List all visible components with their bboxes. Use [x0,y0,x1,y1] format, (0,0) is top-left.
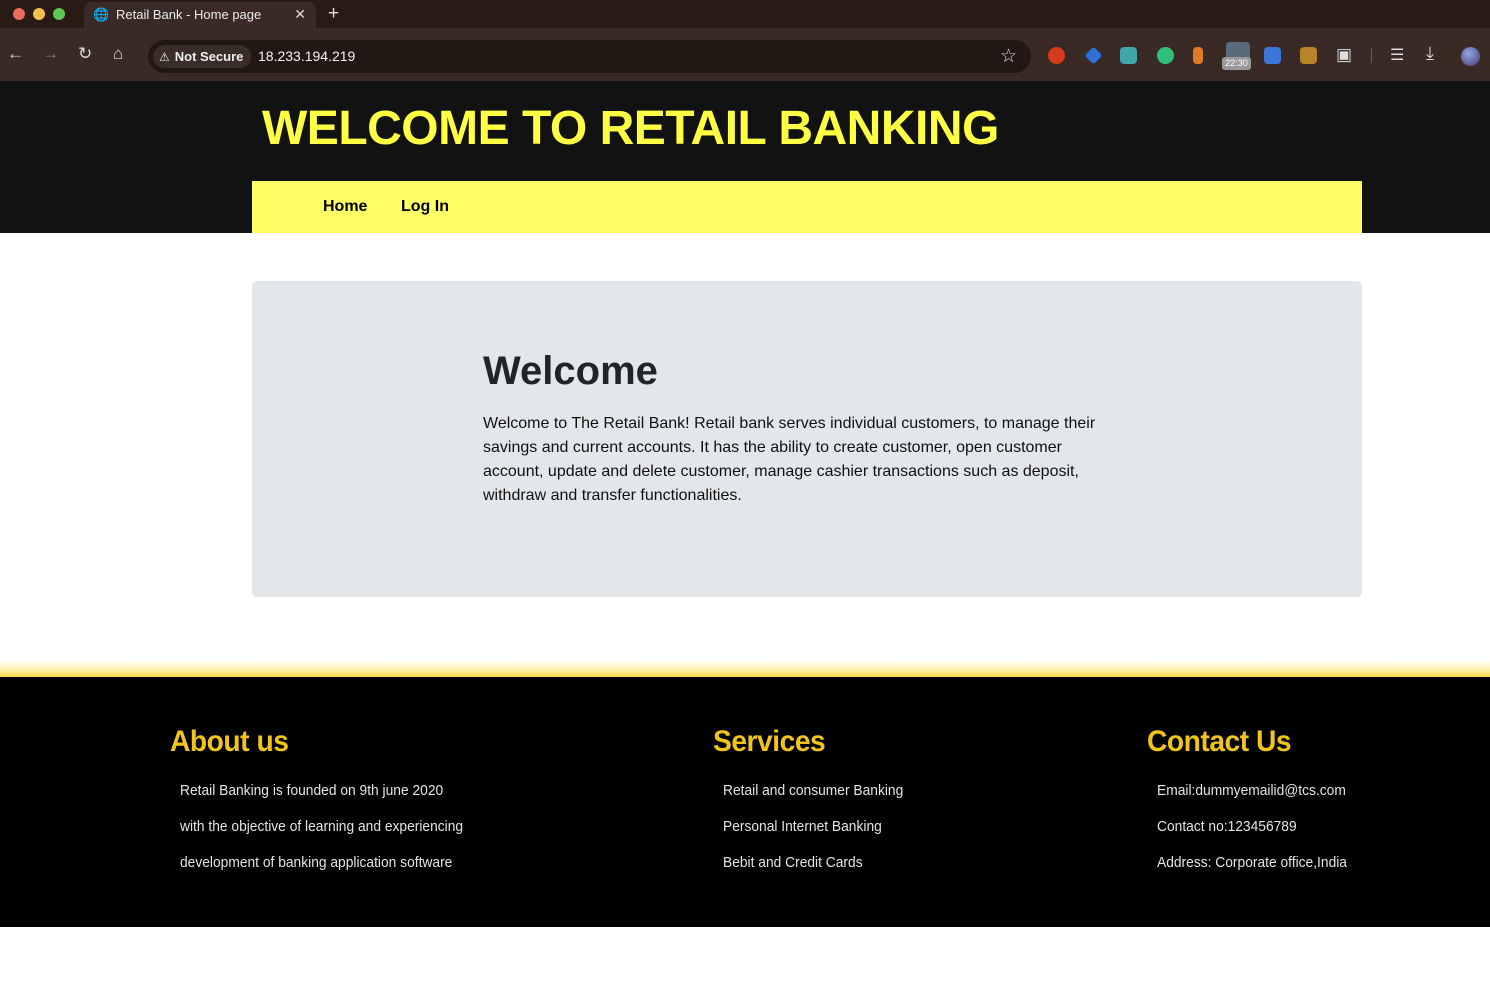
download-icon[interactable]: ⤓ [1426,43,1434,64]
reload-icon[interactable]: ↻ [78,45,92,63]
site-title: WELCOME TO RETAIL BANKING [262,102,999,155]
nav-link-login[interactable]: Log In [401,198,449,216]
list-item: Retail Banking is founded on 9th june 20… [180,782,444,799]
list-item: Personal Internet Banking [723,818,882,835]
list-item: development of banking application softw… [180,854,453,871]
extension-translate-icon[interactable] [1264,47,1281,64]
new-tab-icon[interactable]: + [328,3,339,25]
extension-flag-icon[interactable] [1193,47,1203,64]
footer-services-list: Retail and consumer Banking Personal Int… [713,773,919,881]
extension-hand-icon[interactable] [1048,47,1065,64]
browser-tab-bar: 🌐 Retail Bank - Home page ✕ + [0,0,1490,28]
welcome-heading: Welcome [483,349,658,393]
security-indicator[interactable]: ⚠ Not Secure [153,45,252,68]
list-item: with the objective of learning and exper… [180,818,464,835]
footer-top-border [0,660,1490,677]
minimize-window-button[interactable] [33,8,45,20]
footer-contact-list: Email:dummyemailid@tcs.com Contact no:12… [1147,773,1364,881]
profile-avatar[interactable] [1461,47,1480,66]
forward-arrow-icon[interactable]: → [42,45,59,63]
globe-icon: 🌐 [93,7,110,22]
security-label: Not Secure [174,49,244,64]
media-control-icon[interactable]: ☰ [1390,45,1404,65]
back-arrow-icon[interactable]: ← [7,45,24,63]
welcome-paragraph: Welcome to The Retail Bank! Retail bank … [483,415,1096,504]
extension-diamond-icon[interactable] [1084,46,1103,65]
browser-toolbar: ← → ↻ ⌂ ⚠ Not Secure 18.233.194.219 ☆ 22… [0,28,1490,81]
list-item: Address: Corporate office,India [1157,854,1347,871]
browser-tab[interactable]: 🌐 Retail Bank - Home page ✕ [84,2,316,28]
list-item: Contact no:123456789 [1157,818,1297,835]
nav-link-home[interactable]: Home [323,198,367,216]
site-footer: About us Retail Banking is founded on 9t… [0,677,1490,927]
close-window-button[interactable] [13,8,25,20]
extensions-puzzle-icon[interactable]: ▣ [1336,45,1352,65]
footer-about-list: Retail Banking is founded on 9th june 20… [170,773,488,881]
extension-notes-icon[interactable] [1300,47,1317,64]
footer-services-heading: Services [713,725,826,758]
close-tab-icon[interactable]: ✕ [294,6,306,23]
footer-contact-section: Contact Us Email:dummyemailid@tcs.com Co… [1147,725,1364,881]
toolbar-divider [1371,48,1372,63]
address-bar[interactable]: ⚠ Not Secure 18.233.194.219 ☆ [148,40,1031,73]
extension-grammarly-icon[interactable] [1157,47,1174,64]
list-item: Retail and consumer Banking [723,782,904,799]
extension-arch-icon[interactable] [1120,47,1137,64]
footer-about-heading: About us [170,725,289,758]
welcome-panel: Welcome Welcome to The Retail Bank! Reta… [252,281,1362,597]
bookmark-star-icon[interactable]: ☆ [1000,45,1017,68]
footer-contact-heading: Contact Us [1147,725,1292,758]
site-navbar: Home Log In [252,181,1362,233]
extension-badge: 22:30 [1222,57,1251,70]
list-item: Email:dummyemailid@tcs.com [1157,782,1346,799]
maximize-window-button[interactable] [53,8,65,20]
tab-title: Retail Bank - Home page [116,7,262,22]
footer-about-section: About us Retail Banking is founded on 9t… [170,725,488,881]
list-item: Bebit and Credit Cards [723,854,863,871]
home-icon[interactable]: ⌂ [113,45,123,63]
warning-icon: ⚠ [159,49,170,64]
site-header: WELCOME TO RETAIL BANKING Home Log In [0,81,1490,233]
url-text[interactable]: 18.233.194.219 [258,48,355,64]
footer-services-section: Services Retail and consumer Banking Per… [713,725,919,881]
